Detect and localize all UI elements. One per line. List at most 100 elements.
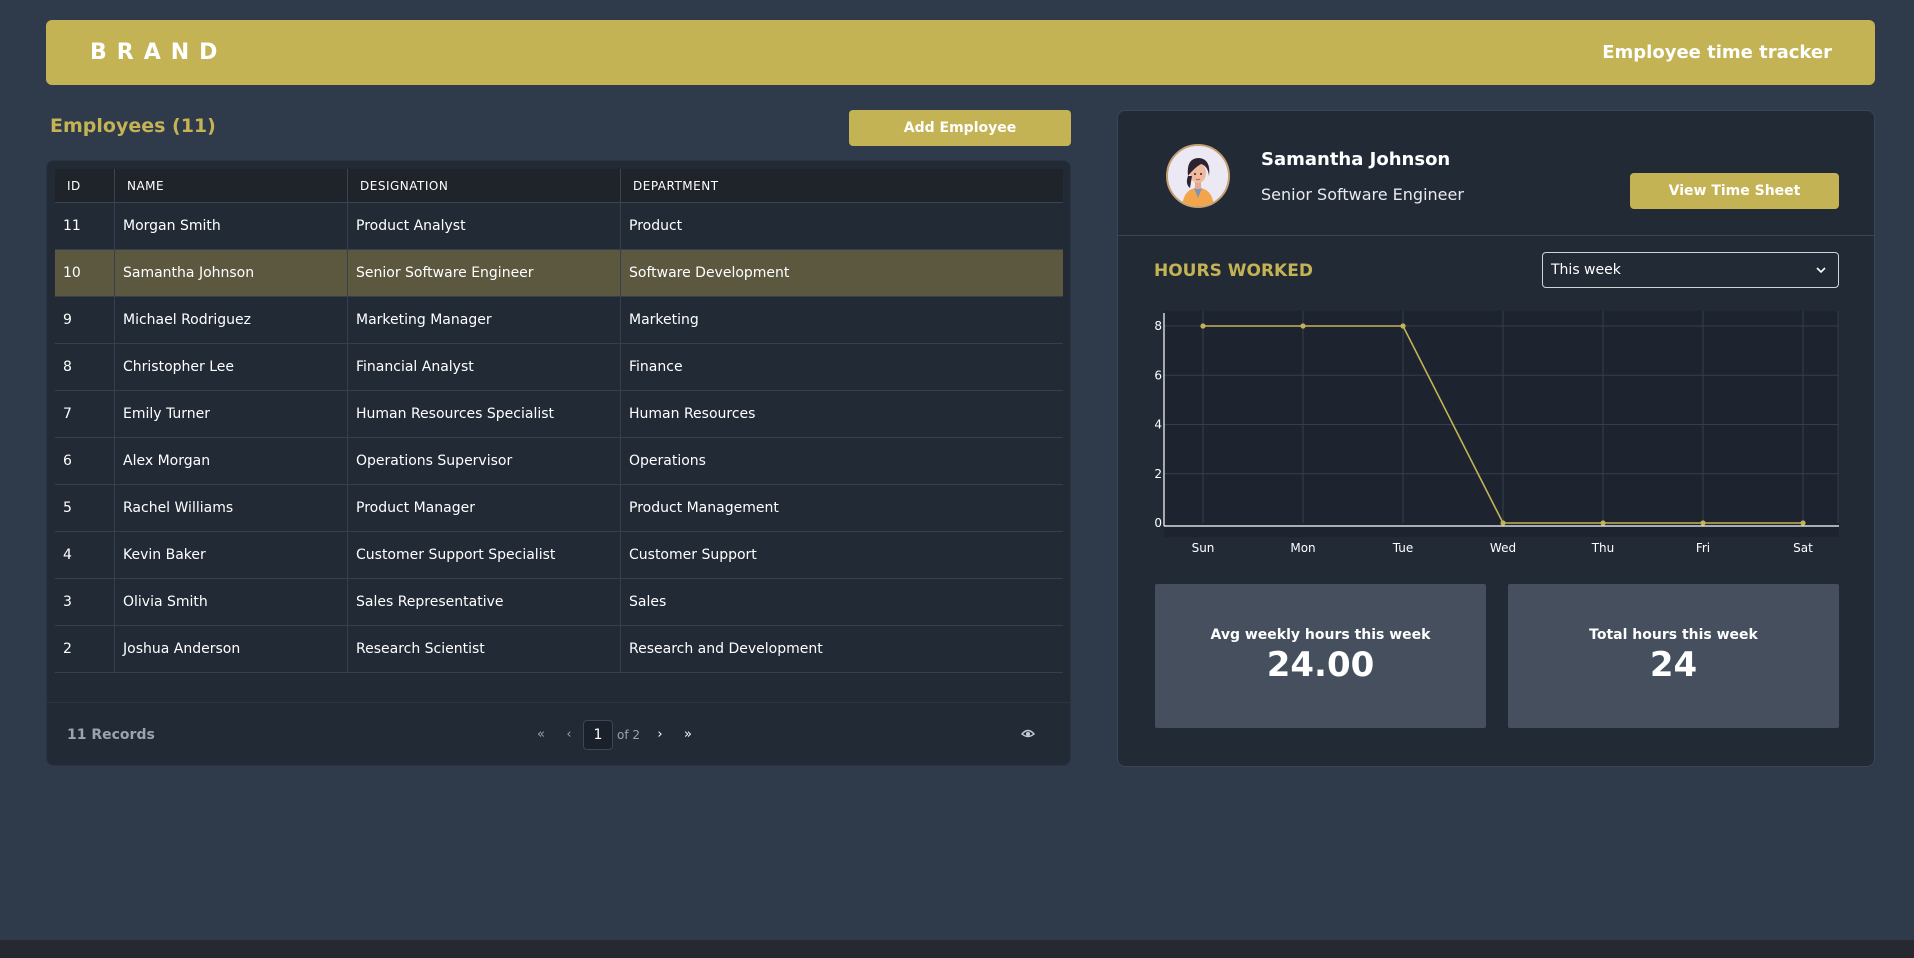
data-point <box>1800 520 1806 526</box>
employee-detail-panel: Samantha Johnson Senior Software Enginee… <box>1117 110 1875 767</box>
column-header-department[interactable]: DEPARTMENT <box>621 169 1063 202</box>
cell-name: Samantha Johnson <box>115 250 348 296</box>
data-point <box>1600 520 1606 526</box>
footer-strip <box>0 940 1914 958</box>
column-header-designation[interactable]: DESIGNATION <box>348 169 621 202</box>
cell-id: 7 <box>55 391 115 437</box>
table-body: 11 Morgan Smith Product Analyst Product 10 Sa… <box>55 203 1063 673</box>
cell-department: Product <box>629 218 683 234</box>
cell-id: 5 <box>55 485 115 531</box>
employee-role: Senior Software Engineer <box>1261 185 1464 204</box>
eye-icon[interactable] <box>1018 723 1038 743</box>
table-row[interactable]: 3 Olivia Smith Sales Representative Sales <box>55 579 1063 626</box>
column-header-name[interactable]: NAME <box>115 169 348 202</box>
cell-designation: Customer Support Specialist <box>348 532 621 578</box>
y-tick-label: 4 <box>1154 418 1162 432</box>
avg-hours-label: Avg weekly hours this week <box>1210 627 1431 643</box>
cell-name: Rachel Williams <box>115 485 348 531</box>
brand-logo: BRAND <box>90 40 228 65</box>
cell-department: Marketing <box>629 312 699 328</box>
cell-department: Customer Support <box>629 547 757 563</box>
employees-heading: Employees (11) <box>50 115 216 137</box>
table-row[interactable]: 5 Rachel Williams Product Manager Product M… <box>55 485 1063 532</box>
profile-header: Samantha Johnson Senior Software Enginee… <box>1118 111 1874 236</box>
cell-department: Operations <box>629 453 706 469</box>
avg-hours-card: Avg weekly hours this week 24.00 <box>1155 584 1486 728</box>
employee-name: Samantha Johnson <box>1261 149 1451 170</box>
x-tick-label: Wed <box>1490 541 1516 555</box>
table-row[interactable]: 6 Alex Morgan Operations Supervisor Operati… <box>55 438 1063 485</box>
table-row[interactable]: 2 Joshua Anderson Research Scientist Resear… <box>55 626 1063 673</box>
cell-department: Product Management <box>629 500 779 516</box>
cell-id: 3 <box>55 579 115 625</box>
cell-designation: Financial Analyst <box>348 344 621 390</box>
cell-name: Joshua Anderson <box>115 626 348 672</box>
hours-worked-title: HOURS WORKED <box>1154 261 1313 281</box>
cell-designation: Product Manager <box>348 485 621 531</box>
cell-id: 9 <box>55 297 115 343</box>
pagination: « ‹ 1 of 2 › » <box>527 719 702 750</box>
cell-name: Alex Morgan <box>115 438 348 484</box>
data-point <box>1400 323 1406 329</box>
table-row[interactable]: 7 Emily Turner Human Resources Specialist H… <box>55 391 1063 438</box>
total-hours-label: Total hours this week <box>1589 627 1758 643</box>
cell-designation: Operations Supervisor <box>348 438 621 484</box>
cell-name: Kevin Baker <box>115 532 348 578</box>
add-employee-button[interactable]: Add Employee <box>849 110 1071 146</box>
cell-department: Software Development <box>629 265 790 281</box>
avg-hours-value: 24.00 <box>1266 645 1375 685</box>
cell-id: 11 <box>55 203 115 249</box>
data-point <box>1500 520 1506 526</box>
cell-id: 6 <box>55 438 115 484</box>
x-tick-label: Thu <box>1591 541 1615 555</box>
table-row[interactable]: 9 Michael Rodriguez Marketing Manager Marke… <box>55 297 1063 344</box>
hours-line-chart: 0 2 4 6 8 Sun Mon Tue Wed Thu Fri Sat <box>1154 311 1839 555</box>
next-page-button[interactable]: › <box>646 727 674 742</box>
cell-id: 8 <box>55 344 115 390</box>
app-title: Employee time tracker <box>1602 42 1832 63</box>
data-point <box>1300 323 1306 329</box>
view-time-sheet-button[interactable]: View Time Sheet <box>1630 173 1839 209</box>
cell-name: Emily Turner <box>115 391 348 437</box>
first-page-button[interactable]: « <box>527 727 555 742</box>
column-header-id[interactable]: ID <box>55 169 115 202</box>
cell-id: 2 <box>55 626 115 672</box>
total-hours-card: Total hours this week 24 <box>1508 584 1839 728</box>
employees-table-card: ID NAME DESIGNATION DEPARTMENT 11 Morgan … <box>46 160 1072 766</box>
x-tick-label: Mon <box>1290 541 1315 555</box>
y-tick-label: 6 <box>1154 368 1162 382</box>
x-tick-label: Sun <box>1192 541 1215 555</box>
cell-designation: Human Resources Specialist <box>348 391 621 437</box>
cell-name: Michael Rodriguez <box>115 297 348 343</box>
cell-department: Sales <box>629 594 667 610</box>
table-row[interactable]: 11 Morgan Smith Product Analyst Product <box>55 203 1063 250</box>
cell-name: Olivia Smith <box>115 579 348 625</box>
data-point <box>1700 520 1706 526</box>
table-row[interactable]: 4 Kevin Baker Customer Support Specialist C… <box>55 532 1063 579</box>
page-number-input[interactable]: 1 <box>583 719 613 750</box>
y-tick-label: 8 <box>1154 319 1162 333</box>
prev-page-button[interactable]: ‹ <box>555 727 583 742</box>
cell-designation: Marketing Manager <box>348 297 621 343</box>
cell-name: Morgan Smith <box>115 203 348 249</box>
top-bar: BRAND Employee time tracker <box>46 20 1875 85</box>
table-footer: 11 Records « ‹ 1 of 2 › » <box>47 702 1072 766</box>
table-row[interactable]: 10 Samantha Johnson Senior Software Engine… <box>55 250 1063 297</box>
cell-department: Research and Development <box>629 641 823 657</box>
page-total: of 2 <box>617 727 641 742</box>
total-hours-value: 24 <box>1649 645 1698 685</box>
chevron-down-icon <box>1814 263 1828 281</box>
period-select[interactable]: This week <box>1542 252 1839 288</box>
cell-name: Christopher Lee <box>115 344 348 390</box>
cell-id: 10 <box>55 250 115 296</box>
y-tick-label: 2 <box>1154 467 1162 481</box>
table-row[interactable]: 8 Christopher Lee Financial Analyst Finance <box>55 344 1063 391</box>
y-tick-label: 0 <box>1154 516 1162 530</box>
x-tick-label: Fri <box>1696 541 1710 555</box>
employees-table: ID NAME DESIGNATION DEPARTMENT 11 Morgan … <box>55 169 1063 673</box>
cell-designation: Sales Representative <box>348 579 621 625</box>
table-header: ID NAME DESIGNATION DEPARTMENT <box>55 169 1063 203</box>
cell-designation: Senior Software Engineer <box>348 250 621 296</box>
x-tick-label: Tue <box>1392 541 1414 555</box>
last-page-button[interactable]: » <box>674 727 702 742</box>
